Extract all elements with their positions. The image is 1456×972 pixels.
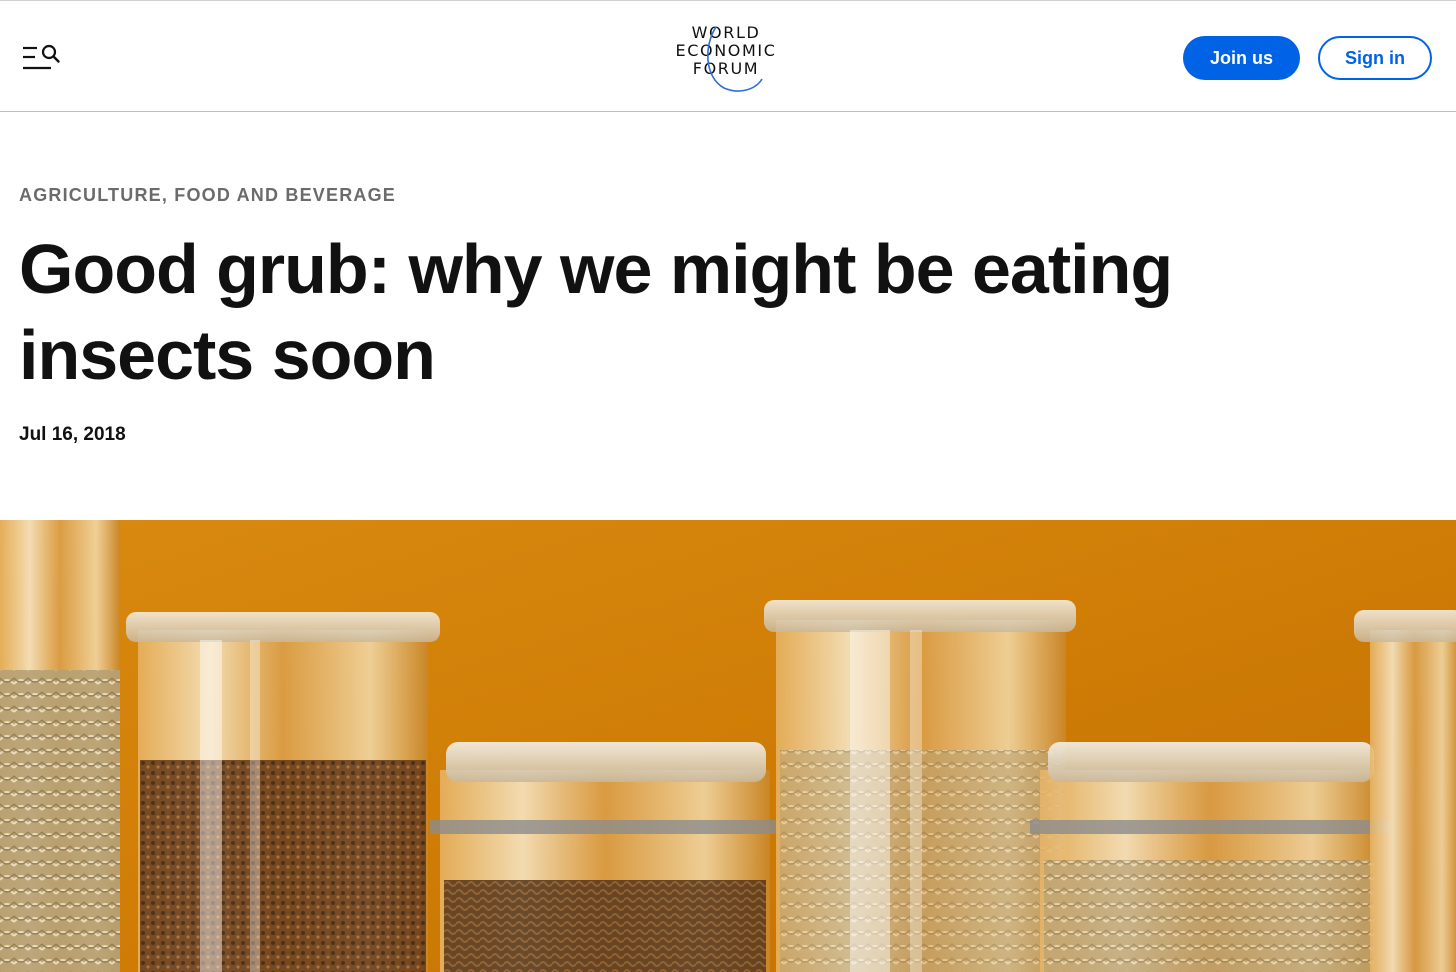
hero-image	[0, 520, 1456, 972]
world-economic-forum-logo[interactable]: WORLD ECONOMIC FORUM	[664, 21, 788, 95]
logo-swoosh-icon	[707, 26, 763, 92]
top-navigation-bar: WORLD ECONOMIC FORUM Join us Sign in	[0, 0, 1456, 112]
article-title: Good grub: why we might be eating insect…	[19, 230, 1173, 394]
sign-in-button[interactable]: Sign in	[1318, 36, 1432, 80]
join-us-button[interactable]: Join us	[1183, 36, 1300, 80]
article-category-link[interactable]: AGRICULTURE, FOOD AND BEVERAGE	[19, 185, 396, 206]
article-date: Jul 16, 2018	[19, 424, 126, 445]
menu-search-icon[interactable]	[22, 43, 62, 73]
